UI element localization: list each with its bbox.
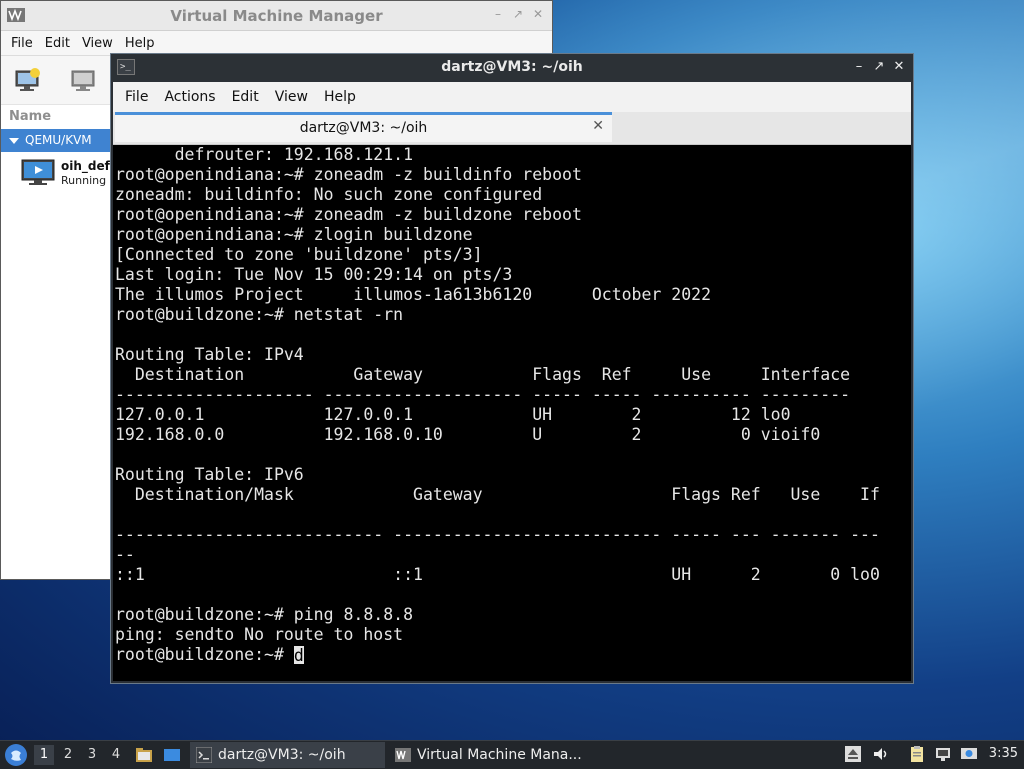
connection-label: QEMU/KVM <box>25 133 92 147</box>
workspace-3[interactable]: 3 <box>82 745 102 765</box>
terminal-line: The illumos Project illumos-1a613b6120 O… <box>115 285 712 304</box>
task-terminal[interactable]: dartz@VM3: ~/oih <box>190 742 385 768</box>
tab-close-icon[interactable]: ✕ <box>592 118 604 134</box>
terminal-line: root@buildzone:~# ping 8.8.8.8 <box>115 605 414 624</box>
vm-monitor-icon <box>21 159 55 185</box>
vmm-menu-file[interactable]: File <box>5 36 39 51</box>
terminal-line: zoneadm: buildinfo: No such zone configu… <box>115 185 543 204</box>
vm-status: Running <box>61 174 107 187</box>
vmm-menu-help[interactable]: Help <box>119 36 161 51</box>
taskbar: 1 2 3 4 dartz@VM3: ~/oih Virtual Machine… <box>0 740 1024 769</box>
taskbar-clock[interactable]: 3:35 <box>989 746 1018 761</box>
terminal-line: --------------------------- ------------… <box>115 525 880 544</box>
terminal-title: dartz@VM3: ~/oih <box>441 59 583 75</box>
terminal-tabbar: dartz@VM3: ~/oih ✕ <box>113 112 911 145</box>
terminal-menu-file[interactable]: File <box>117 89 156 105</box>
task-terminal-label: dartz@VM3: ~/oih <box>218 747 346 763</box>
terminal-line: Destination Gateway Flags Ref Use Interf… <box>115 365 851 384</box>
terminal-line: [Connected to zone 'buildzone' pts/3] <box>115 245 483 264</box>
file-manager-icon[interactable] <box>134 745 154 765</box>
workspace-2[interactable]: 2 <box>58 745 78 765</box>
start-menu-icon[interactable] <box>5 744 27 766</box>
terminal-line: Last login: Tue Nov 15 00:29:14 on pts/3 <box>115 265 513 284</box>
terminal-menu-actions[interactable]: Actions <box>156 89 223 105</box>
terminal-tab-label: dartz@VM3: ~/oih <box>299 120 428 136</box>
terminal-line: ::1 ::1 UH 2 0 lo0 <box>115 565 880 584</box>
terminal-menu-edit[interactable]: Edit <box>224 89 267 105</box>
terminal-line: -- <box>115 545 135 564</box>
open-vm-console-button[interactable] <box>69 66 99 94</box>
terminal-menu-help[interactable]: Help <box>316 89 364 105</box>
terminal-line: root@openindiana:~# zlogin buildzone <box>115 225 473 244</box>
terminal-line: root@openindiana:~# zoneadm -z buildzone… <box>115 205 582 224</box>
terminal-history: defrouter: 192.168.121.1 root@openindian… <box>115 145 880 644</box>
task-vmm[interactable]: Virtual Machine Mana... <box>389 742 584 768</box>
terminal-icon <box>196 747 212 763</box>
volume-icon[interactable] <box>872 745 890 763</box>
eject-icon[interactable] <box>844 745 862 763</box>
vmm-maximize-icon[interactable]: ↗ <box>511 7 525 21</box>
task-vmm-label: Virtual Machine Mana... <box>417 747 582 763</box>
terminal-line: Destination/Mask Gateway Flags Ref Use I… <box>115 485 880 504</box>
vmm-menu-view[interactable]: View <box>76 36 119 51</box>
terminal-input[interactable]: d <box>293 646 304 665</box>
terminal-line: defrouter: 192.168.121.1 <box>115 145 414 164</box>
terminal-screen: defrouter: 192.168.121.1 root@openindian… <box>115 145 880 665</box>
terminal-prompt: root@buildzone:~# <box>115 645 294 664</box>
expand-triangle-icon[interactable] <box>9 138 19 144</box>
terminal-close-icon[interactable]: ✕ <box>891 58 907 76</box>
workspace-4[interactable]: 4 <box>106 745 126 765</box>
vmm-icon <box>395 748 411 762</box>
terminal-line: 127.0.0.1 127.0.0.1 UH 2 12 lo0 <box>115 405 791 424</box>
vmm-menu-edit[interactable]: Edit <box>39 36 76 51</box>
terminal-line: root@openindiana:~# zoneadm -z buildinfo… <box>115 165 582 184</box>
terminal-tab[interactable]: dartz@VM3: ~/oih ✕ <box>115 112 612 142</box>
terminal-maximize-icon[interactable]: ↗ <box>871 58 887 76</box>
terminal-menu-view[interactable]: View <box>267 89 316 105</box>
vmm-titlebar[interactable]: Virtual Machine Manager – ↗ ✕ <box>1 1 552 31</box>
vmm-close-icon[interactable]: ✕ <box>531 7 545 21</box>
show-desktop-icon[interactable] <box>162 745 182 765</box>
terminal-line: -------------------- -------------------… <box>115 385 851 404</box>
terminal-line: Routing Table: IPv6 <box>115 465 304 484</box>
terminal-line: Routing Table: IPv4 <box>115 345 304 364</box>
workspace-1[interactable]: 1 <box>34 745 54 765</box>
terminal-window[interactable]: >_ dartz@VM3: ~/oih – ↗ ✕ File Actions E… <box>110 53 914 684</box>
vmm-minimize-icon[interactable]: – <box>491 7 505 21</box>
clipboard-icon[interactable] <box>908 745 926 763</box>
terminal-menubar: File Actions Edit View Help <box>113 82 911 112</box>
terminal-minimize-icon[interactable]: – <box>851 58 867 76</box>
update-notifier-icon[interactable] <box>960 745 978 763</box>
terminal-line: root@buildzone:~# netstat -rn <box>115 305 404 324</box>
vmm-title: Virtual Machine Manager <box>170 7 383 25</box>
terminal-output[interactable]: defrouter: 192.168.121.1 root@openindian… <box>113 145 911 681</box>
terminal-titlebar[interactable]: >_ dartz@VM3: ~/oih – ↗ ✕ <box>111 54 913 82</box>
terminal-line: ping: sendto No route to host <box>115 625 404 644</box>
new-vm-button[interactable] <box>13 66 43 94</box>
terminal-line: 192.168.0.0 192.168.0.10 U 2 0 vioif0 <box>115 425 821 444</box>
network-icon[interactable] <box>934 745 952 763</box>
